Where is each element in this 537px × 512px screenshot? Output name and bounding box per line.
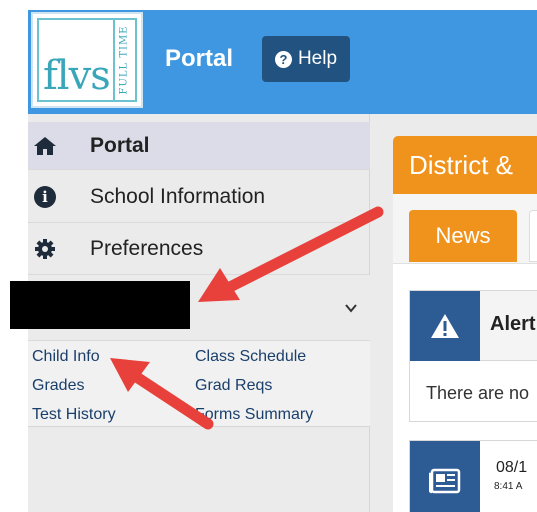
sidebar-item-label: Portal (90, 133, 150, 157)
help-button[interactable]: ? Help (262, 36, 350, 82)
logo-wordmark: flvs (43, 53, 111, 99)
tab-strip: News (393, 194, 537, 264)
news-time: 8:41 A (494, 481, 523, 492)
gear-icon (32, 236, 58, 262)
district-panel-header: District & (393, 136, 537, 194)
link-child-info[interactable]: Child Info (32, 348, 100, 366)
help-button-label: Help (297, 48, 338, 69)
sidebar-item-preferences[interactable]: Preferences (28, 223, 370, 275)
tab-news[interactable]: News (409, 210, 517, 262)
district-panel-body: News Alert There are no 08/1 8:41 A (393, 194, 537, 512)
info-icon: i (32, 184, 58, 210)
chevron-down-icon[interactable] (344, 301, 358, 315)
link-forms-summary[interactable]: Forms Summary (195, 406, 313, 424)
question-circle-icon: ? (274, 50, 292, 68)
link-grad-reqs[interactable]: Grad Reqs (195, 377, 272, 395)
student-links: Child Info Class Schedule Grades Grad Re… (28, 341, 370, 427)
district-panel-title: District & (409, 150, 513, 180)
sidebar-item-label: Preferences (90, 236, 204, 260)
home-icon (32, 133, 58, 159)
alert-message: There are no (426, 383, 530, 403)
sidebar-item-label: School Information (90, 184, 266, 208)
news-date: 08/1 (496, 459, 528, 476)
sidebar-item-school-information[interactable]: i School Information (28, 171, 370, 223)
tab-next[interactable] (529, 210, 537, 262)
redacted-student-name (10, 281, 190, 329)
main-content: District & News Alert There are no 08/1 … (371, 114, 537, 512)
logo-side-text: FULL TIME (118, 25, 130, 95)
alert-title: Alert (490, 313, 536, 335)
link-class-schedule[interactable]: Class Schedule (195, 348, 306, 366)
warning-icon (410, 291, 480, 361)
news-item[interactable]: 08/1 8:41 A (409, 440, 537, 512)
alert-card: Alert There are no (409, 290, 537, 422)
flvs-logo[interactable]: flvs FULL TIME (31, 12, 143, 108)
sidebar-item-portal[interactable]: Portal (28, 122, 370, 170)
newspaper-icon (410, 441, 480, 512)
portal-title[interactable]: Portal (165, 45, 233, 73)
top-header: flvs FULL TIME Portal ? Help (28, 10, 537, 114)
portal-window: flvs FULL TIME Portal ? Help Portal i Sc… (28, 10, 537, 512)
link-grades[interactable]: Grades (32, 377, 84, 395)
link-test-history[interactable]: Test History (32, 406, 116, 424)
